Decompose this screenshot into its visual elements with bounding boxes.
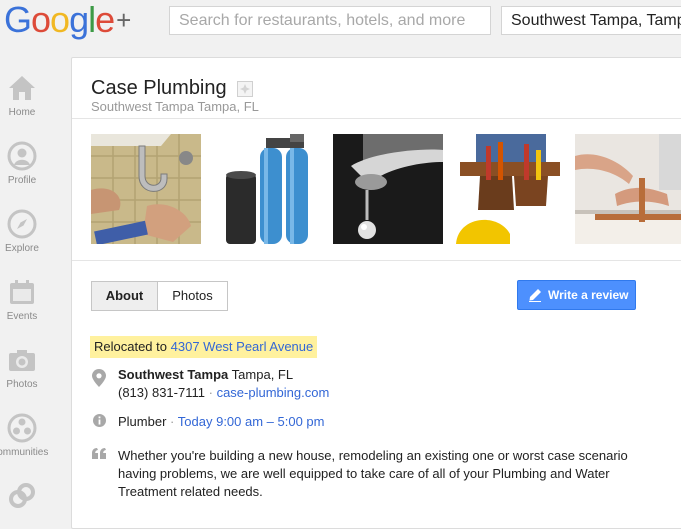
contact-line: (813) 831-7111 · case-plumbing.com: [118, 385, 329, 400]
separator: ·: [170, 414, 175, 429]
business-category: Plumber: [118, 414, 167, 429]
photo-pipe-repair[interactable]: [91, 134, 201, 244]
logo-plus: +: [116, 5, 131, 35]
relocated-notice: Relocated to 4307 West Pearl Avenue: [90, 336, 318, 358]
logo-letter: o: [50, 0, 70, 40]
search-input[interactable]: [170, 7, 488, 34]
google-plus-logo[interactable]: Google+: [4, 0, 131, 42]
website-link[interactable]: case-plumbing.com: [217, 385, 330, 400]
relocated-address-link[interactable]: 4307 West Pearl Avenue: [171, 339, 314, 354]
nav-home[interactable]: Home: [0, 73, 44, 118]
communities-icon: [7, 413, 37, 443]
logo-letter: e: [95, 0, 115, 40]
profile-icon: [7, 141, 37, 171]
address-neighborhood: Southwest Tampa: [118, 367, 229, 382]
map-pin-icon: [92, 369, 106, 387]
divider: [72, 118, 681, 119]
quote-icon: [92, 448, 106, 459]
phone-number: (813) 831-7111: [118, 385, 205, 400]
home-icon: [9, 76, 35, 100]
nav-communities[interactable]: Communities: [0, 413, 49, 458]
address-line: Southwest Tampa Tampa, FL: [118, 367, 293, 382]
write-review-button[interactable]: Write a review: [517, 280, 636, 310]
category-line: Plumber · Today 9:00 am – 5:00 pm: [118, 414, 324, 429]
tab-about[interactable]: About: [91, 281, 158, 311]
nav-label: Photos: [6, 379, 38, 390]
top-bar: Google+ Southwest Tampa, Tampa, FL: [0, 0, 681, 44]
write-review-label: Write a review: [548, 288, 629, 302]
nav-label: Communities: [0, 447, 49, 458]
business-location: Southwest Tampa Tampa, FL: [91, 99, 259, 114]
nav-photos[interactable]: Photos: [0, 345, 44, 390]
nav-label: Profile: [7, 175, 37, 186]
logo-letter: G: [4, 0, 32, 40]
pencil-icon: [529, 289, 541, 302]
place-card: Case Plumbing Southwest Tampa Tampa, FL: [71, 57, 681, 529]
camera-icon: [9, 350, 35, 371]
photo-copper-pipe-soldering[interactable]: [575, 134, 681, 244]
more-icon: [9, 483, 35, 508]
nav-label: Explore: [5, 243, 39, 254]
logo-letter: o: [31, 0, 51, 40]
verified-badge-icon: [237, 81, 253, 97]
business-name: Case Plumbing: [91, 77, 227, 99]
tab-photos[interactable]: Photos: [157, 281, 228, 311]
divider: [72, 260, 681, 261]
photo-dripping-faucet[interactable]: [333, 134, 443, 244]
business-description: Whether you're building a new house, rem…: [118, 448, 628, 499]
logo-letter: g: [69, 0, 89, 40]
nav-events[interactable]: Events: [0, 277, 44, 322]
hours-link[interactable]: Today 9:00 am – 5:00 pm: [178, 414, 325, 429]
info-icon: [93, 414, 106, 427]
nav-explore[interactable]: Explore: [0, 209, 44, 254]
location-input[interactable]: Southwest Tampa, Tampa, FL: [501, 6, 681, 35]
calendar-icon: [10, 280, 34, 304]
photo-water-softener-tanks[interactable]: [212, 134, 322, 244]
nav-more[interactable]: [0, 481, 44, 511]
separator: ·: [208, 385, 213, 400]
compass-icon: [7, 209, 37, 239]
search-box[interactable]: [169, 6, 491, 35]
nav-label: Home: [8, 107, 36, 118]
nav-label: Events: [6, 311, 38, 322]
left-nav: Home Profile Explore Events Photos Commu…: [0, 56, 70, 517]
address-city: Tampa, FL: [231, 367, 294, 382]
nav-profile[interactable]: Profile: [0, 141, 44, 186]
relocated-prefix: Relocated to: [94, 339, 167, 354]
photo-tool-belt[interactable]: [454, 134, 564, 244]
